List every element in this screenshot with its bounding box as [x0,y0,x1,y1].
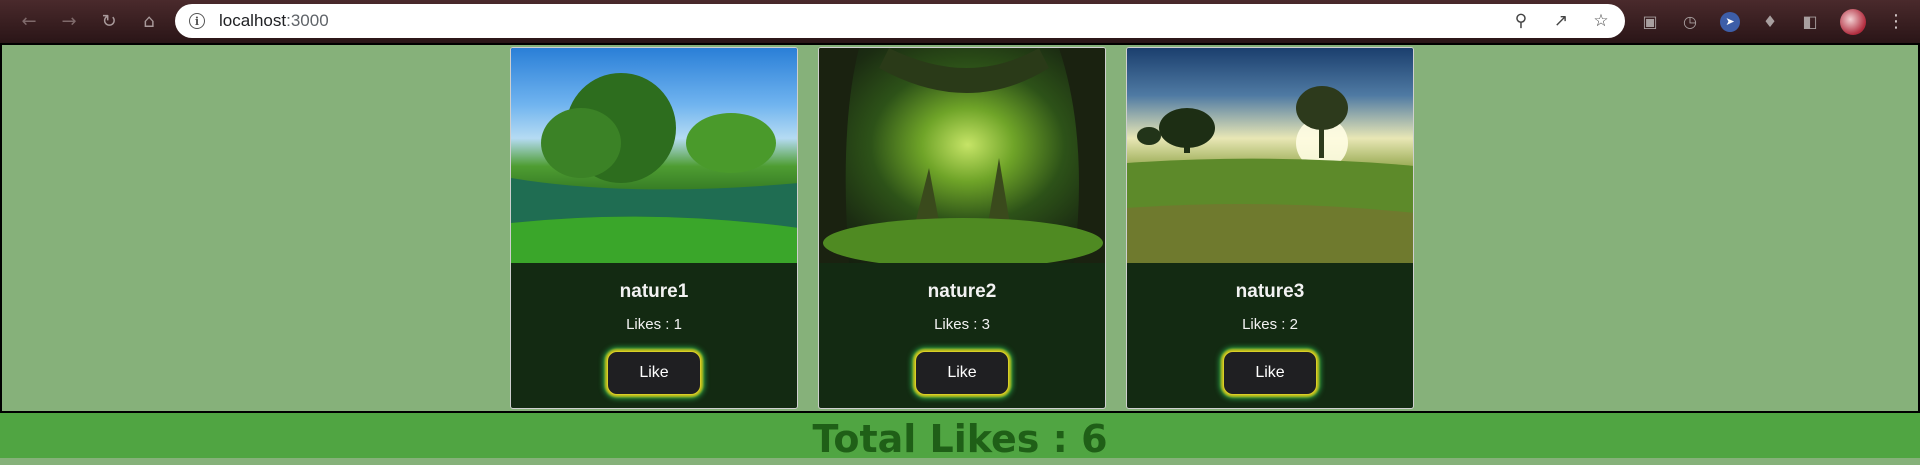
total-likes-bar: Total Likes : 6 [0,413,1920,461]
url-host: localhost [219,11,287,30]
like-button[interactable]: Like [607,351,701,395]
card-title: nature3 [1235,281,1305,302]
nature3-image [1127,48,1413,263]
browser-toolbar: ← → ↻ ⌂ i localhost:3000 ⚲ ↗ ☆ ▣ ◷ ➤ ♦ ◧… [0,0,1920,43]
card-title: nature2 [927,281,997,302]
zoom-out-icon[interactable]: ⚲ [1511,11,1531,31]
total-likes-text: Total Likes : 6 [812,417,1108,461]
forward-arrow-icon[interactable]: → [52,5,86,39]
url-port: :3000 [286,11,329,30]
star-icon[interactable]: ☆ [1591,11,1611,31]
card-nature3: nature3 Likes : 2 Like [1126,47,1414,409]
card-nature2: nature2 Likes : 3 Like [818,47,1106,409]
home-icon[interactable]: ⌂ [132,5,166,39]
share-icon[interactable]: ↗ [1551,11,1571,31]
info-icon[interactable]: i [189,13,205,29]
profile-avatar[interactable] [1840,8,1866,35]
kebab-menu-icon[interactable]: ⋮ [1886,11,1906,32]
card-nature1: nature1 Likes : 1 Like [510,47,798,409]
cursor-extension-icon[interactable]: ➤ [1720,11,1740,32]
card-likes-count: Likes : 1 [626,316,682,333]
reload-icon[interactable]: ↻ [92,5,126,39]
card-list: nature1 Likes : 1 Like nature2 Likes : 3… [510,47,1414,409]
back-arrow-icon[interactable]: ← [12,5,46,39]
address-bar[interactable]: i localhost:3000 ⚲ ↗ ☆ [175,4,1625,38]
url-text[interactable]: localhost:3000 [219,11,329,31]
side-panel-icon[interactable]: ◧ [1800,12,1820,31]
nav-buttons: ← → ↻ ⌂ [12,5,166,39]
nature2-image [819,48,1105,263]
page-content: nature1 Likes : 1 Like nature2 Likes : 3… [0,43,1920,413]
nature1-image [511,48,797,263]
card-title: nature1 [619,281,689,302]
history-clock-icon[interactable]: ◷ [1680,12,1700,31]
puzzle-extensions-icon[interactable]: ♦ [1760,12,1780,31]
extension-tab-icon[interactable]: ▣ [1640,12,1660,31]
like-button[interactable]: Like [1223,351,1317,395]
like-button[interactable]: Like [915,351,1009,395]
card-likes-count: Likes : 3 [934,316,990,333]
card-likes-count: Likes : 2 [1242,316,1298,333]
